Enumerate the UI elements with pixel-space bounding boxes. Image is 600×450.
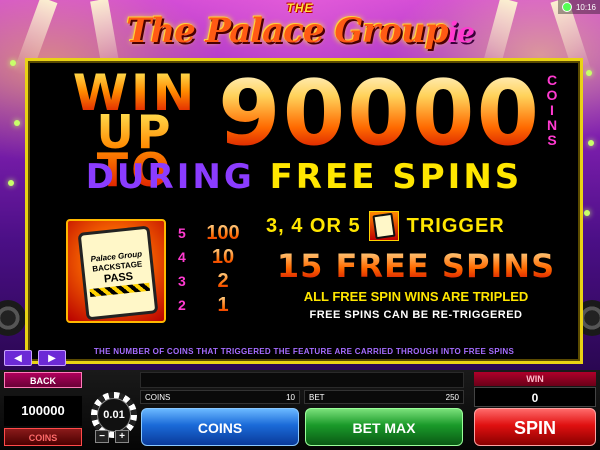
pay-value: 2 bbox=[198, 270, 248, 293]
pay-value: 1 bbox=[198, 294, 248, 317]
stage-light bbox=[8, 180, 14, 186]
pay-count: 5 bbox=[178, 225, 186, 241]
control-bar: BACK 100000 COINS 0.01 − + COINS 10 BET … bbox=[0, 370, 600, 450]
during-free-spins: DURING FREE SPINS bbox=[28, 157, 580, 197]
next-page-button[interactable]: ▶ bbox=[38, 350, 66, 366]
feature-note: THE NUMBER OF COINS THAT TRIGGERED THE F… bbox=[93, 347, 515, 356]
pay-table: 5 100 4 10 3 2 2 1 bbox=[178, 221, 258, 317]
coins-toggle-button[interactable]: COINS bbox=[4, 428, 82, 446]
game-logo: THE The Palace Groupie bbox=[0, 2, 600, 48]
tripled-text: ALL FREE SPIN WINS ARE TRIPLED bbox=[303, 289, 529, 304]
paytable-panel: WIN UP TO 90000 C O I N S DURING FREE SP… bbox=[25, 58, 583, 364]
stage-light bbox=[10, 60, 16, 66]
pay-row: 5 100 bbox=[178, 221, 258, 245]
backstage-pass-symbol: Palace Group BACKSTAGE PASS bbox=[66, 219, 166, 323]
logo-title: The Palace Groupie bbox=[126, 11, 475, 51]
hazard-stripes bbox=[89, 282, 150, 297]
arrow-left-icon: ◀ bbox=[14, 352, 22, 364]
prev-page-button[interactable]: ◀ bbox=[4, 350, 32, 366]
win-label: WIN bbox=[474, 372, 596, 386]
pay-count: 4 bbox=[178, 249, 186, 265]
coins-vertical-label: C O I N S bbox=[543, 73, 561, 148]
during-text: DURING bbox=[85, 157, 255, 197]
stage-light bbox=[584, 210, 590, 216]
spin-button[interactable]: SPIN bbox=[474, 408, 596, 446]
pay-row: 3 2 bbox=[178, 269, 258, 293]
coins-letter: O bbox=[546, 87, 558, 103]
bet-info: BET 250 bbox=[304, 390, 464, 404]
balance-display: 100000 bbox=[4, 396, 82, 426]
back-button[interactable]: BACK bbox=[4, 372, 82, 388]
stage-light bbox=[588, 140, 594, 146]
coins-info-label: COINS bbox=[145, 392, 171, 402]
stage-light bbox=[586, 70, 592, 76]
backstage-pass-mini-icon bbox=[368, 211, 399, 241]
free-spins-award: 15 FREE SPINS bbox=[266, 247, 566, 285]
coin-size-value: 0.01 bbox=[97, 398, 131, 432]
pay-row: 4 10 bbox=[178, 245, 258, 269]
pay-value: 100 bbox=[198, 222, 248, 245]
trigger-label: TRIGGER bbox=[406, 214, 505, 237]
coin-size-plus-button[interactable]: + bbox=[115, 430, 129, 443]
stage-light bbox=[14, 120, 20, 126]
coins-letter: I bbox=[550, 102, 554, 118]
pay-count: 2 bbox=[178, 297, 186, 313]
backstage-pass-icon: Palace Group BACKSTAGE PASS bbox=[77, 225, 159, 321]
pass-label: PASS bbox=[103, 269, 134, 285]
pay-value: 10 bbox=[198, 246, 248, 269]
coins-letter: C bbox=[546, 72, 558, 88]
jackpot-amount: 90000 bbox=[218, 61, 542, 166]
coin-size-minus-button[interactable]: − bbox=[95, 430, 109, 443]
message-box bbox=[140, 372, 464, 388]
bet-max-button[interactable]: BET MAX bbox=[305, 408, 463, 446]
trigger-line: 3, 4 OR 5 TRIGGER bbox=[266, 211, 578, 241]
bet-info-value: 250 bbox=[445, 392, 459, 402]
win-display: 0 bbox=[474, 387, 596, 407]
bet-info-label: BET bbox=[309, 392, 325, 402]
pay-count: 3 bbox=[178, 273, 186, 289]
trigger-count: 3, 4 OR 5 bbox=[266, 214, 361, 237]
pay-row: 2 1 bbox=[178, 293, 258, 317]
retrigger-text: FREE SPINS CAN BE RE-TRIGGERED bbox=[309, 309, 523, 321]
speaker-icon bbox=[0, 300, 26, 336]
arrow-right-icon: ▶ bbox=[48, 352, 56, 364]
coins-letter: S bbox=[547, 132, 557, 148]
coins-button[interactable]: COINS bbox=[141, 408, 299, 446]
coins-letter: N bbox=[546, 117, 558, 133]
free-spins-text: FREE SPINS bbox=[269, 157, 523, 197]
coins-info: COINS 10 bbox=[140, 390, 300, 404]
coins-info-value: 10 bbox=[286, 392, 295, 402]
